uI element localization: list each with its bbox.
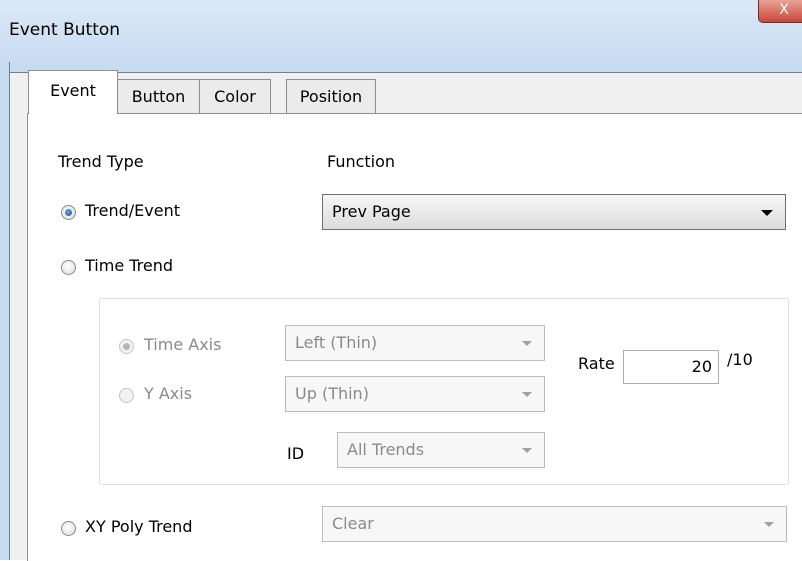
time-trend-label: Time Trend bbox=[85, 256, 174, 275]
y-axis-label: Y Axis bbox=[144, 384, 193, 403]
rate-unit-label: /10 bbox=[727, 350, 753, 369]
function-select-value: Prev Page bbox=[332, 202, 411, 221]
y-axis-select-value: Up (Thin) bbox=[295, 384, 369, 403]
close-icon: X bbox=[779, 2, 789, 18]
tab-position[interactable]: Position bbox=[286, 79, 376, 113]
tab-color[interactable]: Color bbox=[199, 79, 271, 113]
rate-input-value: 20 bbox=[691, 357, 712, 376]
xy-poly-select-value: Clear bbox=[332, 514, 374, 533]
trend-type-heading: Trend Type bbox=[58, 152, 144, 171]
chevron-down-icon bbox=[522, 392, 532, 397]
trend-event-label: Trend/Event bbox=[85, 201, 181, 220]
xy-poly-select[interactable]: Clear bbox=[322, 506, 787, 542]
chevron-down-icon bbox=[522, 448, 532, 453]
id-select-value: All Trends bbox=[347, 440, 425, 459]
id-label: ID bbox=[287, 444, 305, 463]
tab-button[interactable]: Button bbox=[117, 79, 200, 113]
tab-color-label: Color bbox=[214, 87, 256, 106]
id-select[interactable]: All Trends bbox=[337, 432, 545, 468]
tab-event[interactable]: Event bbox=[28, 70, 118, 114]
function-select[interactable]: Prev Page bbox=[322, 194, 786, 230]
window-title: Event Button bbox=[9, 20, 121, 40]
rate-input[interactable]: 20 bbox=[623, 350, 719, 384]
tab-event-label: Event bbox=[50, 81, 96, 100]
function-heading: Function bbox=[327, 152, 396, 171]
trend-event-radio[interactable] bbox=[61, 205, 76, 220]
dialog-frame-left bbox=[0, 62, 10, 560]
time-axis-radio[interactable] bbox=[119, 339, 134, 354]
time-axis-select[interactable]: Left (Thin) bbox=[285, 325, 545, 361]
time-axis-select-value: Left (Thin) bbox=[295, 333, 378, 352]
y-axis-radio[interactable] bbox=[119, 388, 134, 403]
chevron-down-icon bbox=[764, 522, 774, 527]
chevron-down-icon bbox=[761, 210, 773, 216]
dialog-frame-top bbox=[0, 62, 802, 73]
tab-button-label: Button bbox=[131, 87, 186, 106]
rate-label: Rate bbox=[578, 354, 615, 373]
xy-poly-trend-label: XY Poly Trend bbox=[85, 517, 193, 536]
tab-position-label: Position bbox=[299, 87, 363, 106]
time-axis-label: Time Axis bbox=[144, 335, 222, 354]
time-trend-radio[interactable] bbox=[61, 260, 76, 275]
xy-poly-trend-radio[interactable] bbox=[61, 521, 76, 536]
y-axis-select[interactable]: Up (Thin) bbox=[285, 376, 545, 412]
chevron-down-icon bbox=[522, 341, 532, 346]
title-bar: Event Button bbox=[0, 0, 802, 62]
close-button[interactable]: X bbox=[758, 0, 802, 23]
